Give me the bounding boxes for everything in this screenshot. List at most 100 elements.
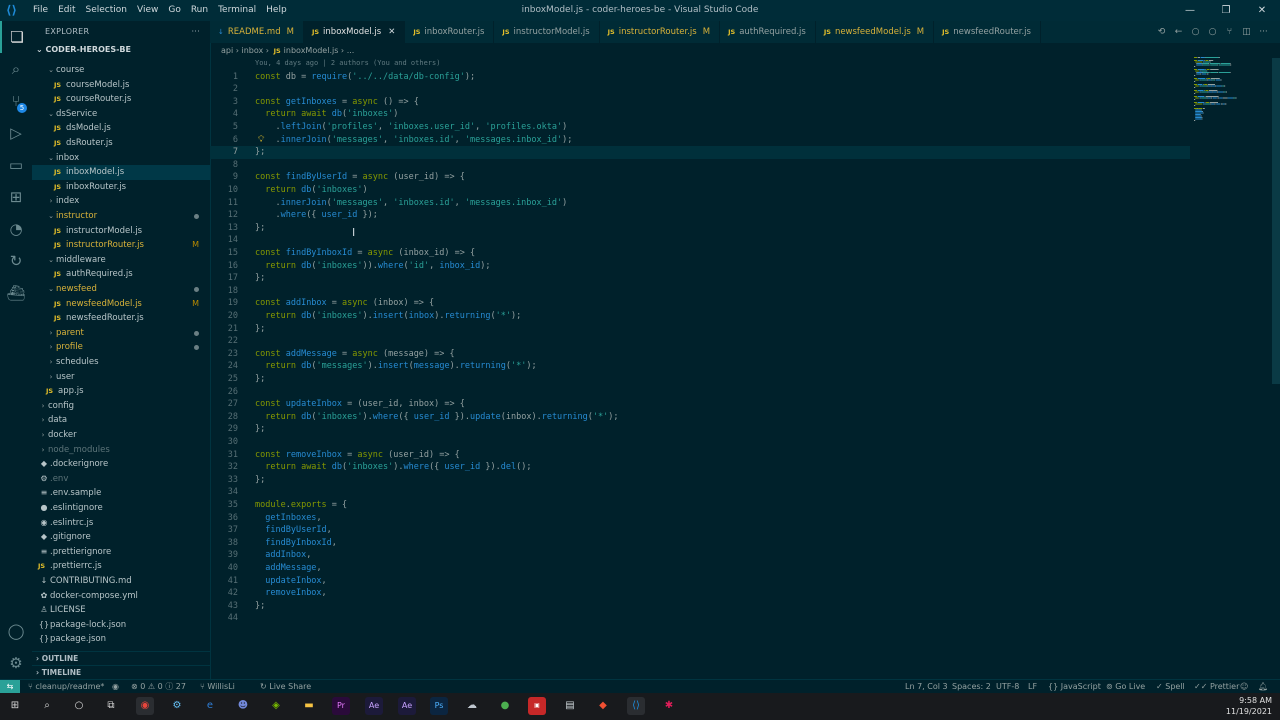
tree-file[interactable]: JS authRequired.js — [32, 267, 210, 282]
editor-tab[interactable]: JS authRequired.js — [720, 21, 816, 43]
editor-tab[interactable]: JS instructorModel.js — [494, 21, 600, 43]
tree-file[interactable]: JS instructorRouter.js M — [32, 238, 210, 253]
language-mode[interactable]: {} JavaScript — [1048, 680, 1101, 694]
account-icon[interactable]: ◯ — [0, 615, 32, 647]
tree-file[interactable]: ◆ .gitignore — [32, 530, 210, 545]
settings-gear-icon[interactable]: ⚙ — [0, 647, 32, 679]
tree-folder[interactable]: › schedules — [32, 355, 210, 370]
tree-file[interactable]: JS .prettierrc.js — [32, 559, 210, 574]
slack-icon[interactable]: ✱ — [660, 697, 678, 715]
branch-indicator[interactable]: ⑂ cleanup/readme* — [28, 680, 104, 694]
previous-change-icon[interactable]: ← — [1170, 21, 1187, 43]
notifications-icon[interactable]: 🔔︎ — [1258, 680, 1268, 694]
menu-view[interactable]: View — [132, 0, 163, 21]
tree-folder[interactable]: › data — [32, 413, 210, 428]
chrome-icon[interactable]: ◉ — [136, 697, 154, 715]
remote-indicator-icon[interactable]: ⇆ — [0, 680, 20, 694]
tree-file[interactable]: JS newsfeedModel.js M — [32, 297, 210, 312]
editor-tab[interactable]: ↓ README.md M — [210, 21, 304, 43]
tree-file[interactable]: ≡ .env.sample — [32, 486, 210, 501]
tree-file[interactable]: JS courseRouter.js — [32, 92, 210, 107]
breadcrumb-item[interactable]: inbox — [242, 46, 264, 55]
tree-file[interactable]: ≡ .prettierignore — [32, 545, 210, 560]
tree-file[interactable]: JS inboxModel.js — [32, 165, 210, 180]
controller-app-icon[interactable]: ▤ — [561, 697, 579, 715]
git-app-icon[interactable]: ◆ — [594, 697, 612, 715]
tree-file[interactable]: JS app.js — [32, 384, 210, 399]
tree-folder[interactable]: › user — [32, 370, 210, 385]
project-folder[interactable]: ⌄ CODER-HEROES-BE — [32, 43, 210, 57]
tree-folder[interactable]: ⌄ course — [32, 63, 210, 78]
task-view-icon[interactable]: ⧉ — [102, 697, 120, 715]
live-share-status[interactable]: ↻ Live Share — [260, 680, 311, 694]
gitlens-icon[interactable]: ◔ — [0, 213, 32, 245]
prettier-status[interactable]: ✓✓ Prettier — [1194, 680, 1239, 694]
tree-folder[interactable]: ⌄ dsService — [32, 107, 210, 122]
explorer-icon[interactable]: ❏ — [0, 21, 32, 53]
extensions-icon[interactable]: ⊞ — [0, 181, 32, 213]
premiere-icon[interactable]: Pr — [332, 697, 350, 715]
cloud-app-icon[interactable]: ☁ — [463, 697, 481, 715]
close-icon[interactable]: ✕ — [1244, 0, 1280, 21]
split-editor-icon[interactable]: ◫ — [1238, 21, 1255, 43]
menu-edit[interactable]: Edit — [53, 0, 80, 21]
go-live-button[interactable]: ⊚ Go Live — [1106, 680, 1145, 694]
problems-indicator[interactable]: ⊗ 0 ⚠ 0 ⓘ 27 — [131, 680, 186, 694]
nvidia-icon[interactable]: ◈ — [267, 697, 285, 715]
tree-file[interactable]: ● .eslintignore — [32, 501, 210, 516]
breadcrumb-item[interactable]: api — [221, 46, 233, 55]
search-icon[interactable]: ⌕ — [0, 53, 32, 85]
source-control-icon[interactable]: ⑂ 5 — [0, 85, 32, 117]
git-author-indicator[interactable]: ⑂ WillisLi — [200, 680, 235, 694]
minimap[interactable] — [1190, 55, 1272, 125]
editor-scrollbar[interactable] — [1272, 58, 1280, 384]
remote-explorer-icon[interactable]: ▭ — [0, 149, 32, 181]
live-share-icon[interactable]: ↻ — [0, 245, 32, 277]
tree-folder[interactable]: › parent — [32, 326, 210, 341]
timeline-section[interactable]: › TIMELINE — [32, 665, 210, 679]
menu-run[interactable]: Run — [186, 0, 213, 21]
edge-icon[interactable]: e — [201, 697, 219, 715]
menu-file[interactable]: File — [28, 0, 53, 21]
tree-folder[interactable]: › config — [32, 399, 210, 414]
menu-go[interactable]: Go — [163, 0, 185, 21]
tree-folder[interactable]: › node_modules — [32, 443, 210, 458]
menu-selection[interactable]: Selection — [81, 0, 132, 21]
code-line[interactable]: 7}; — [210, 146, 1190, 159]
tree-file[interactable]: JS newsfeedRouter.js — [32, 311, 210, 326]
tree-file[interactable]: JS dsModel.js — [32, 121, 210, 136]
media-app-icon[interactable]: ▣ — [528, 697, 546, 715]
editor-tab[interactable]: JS inboxRouter.js — [405, 21, 495, 43]
start-windows-icon[interactable]: ⊞ — [6, 697, 24, 715]
tree-file[interactable]: ↓ CONTRIBUTING.md — [32, 574, 210, 589]
vscode-taskbar-icon[interactable]: ⟨⟩ — [627, 697, 645, 715]
tree-folder[interactable]: ⌄ newsfeed — [32, 282, 210, 297]
file-explorer-icon[interactable]: ▬ — [300, 697, 318, 715]
tree-folder[interactable]: › docker — [32, 428, 210, 443]
cortana-icon[interactable]: ○ — [70, 697, 88, 715]
tree-file[interactable]: JS dsRouter.js — [32, 136, 210, 151]
outline-section[interactable]: › OUTLINE — [32, 651, 210, 665]
tree-folder[interactable]: ⌄ middleware — [32, 253, 210, 268]
tree-file[interactable]: ◆ .dockerignore — [32, 457, 210, 472]
discord-icon[interactable]: ☻ — [234, 697, 252, 715]
tree-file[interactable]: ◉ .eslintrc.js — [32, 516, 210, 531]
tree-file[interactable]: JS inboxRouter.js — [32, 180, 210, 195]
tree-file[interactable]: ⚙ .env — [32, 472, 210, 487]
compare-icon[interactable]: ○ — [1204, 21, 1221, 43]
tree-file[interactable]: ♙ LICENSE — [32, 603, 210, 618]
tree-folder[interactable]: ⌄ inbox — [32, 151, 210, 166]
minimize-icon[interactable]: — — [1172, 0, 1208, 21]
indentation[interactable]: Spaces: 2 — [952, 680, 991, 694]
photoshop-icon[interactable]: Ps — [430, 697, 448, 715]
editor-tab[interactable]: JS inboxModel.js ✕ — [303, 21, 406, 43]
restore-icon[interactable]: ❐ — [1208, 0, 1244, 21]
line-ending[interactable]: LF — [1028, 680, 1037, 694]
next-change-icon[interactable]: ○ — [1187, 21, 1204, 43]
gitlens-blame-icon[interactable]: ⑂ — [1221, 21, 1238, 43]
encoding[interactable]: UTF-8 — [996, 680, 1019, 694]
android-app-icon[interactable]: ● — [496, 697, 514, 715]
more-editor-actions-icon[interactable]: ··· — [1255, 21, 1272, 43]
cursor-position[interactable]: Ln 7, Col 3 — [905, 680, 948, 694]
after-effects-icon[interactable]: Ae — [365, 697, 383, 715]
